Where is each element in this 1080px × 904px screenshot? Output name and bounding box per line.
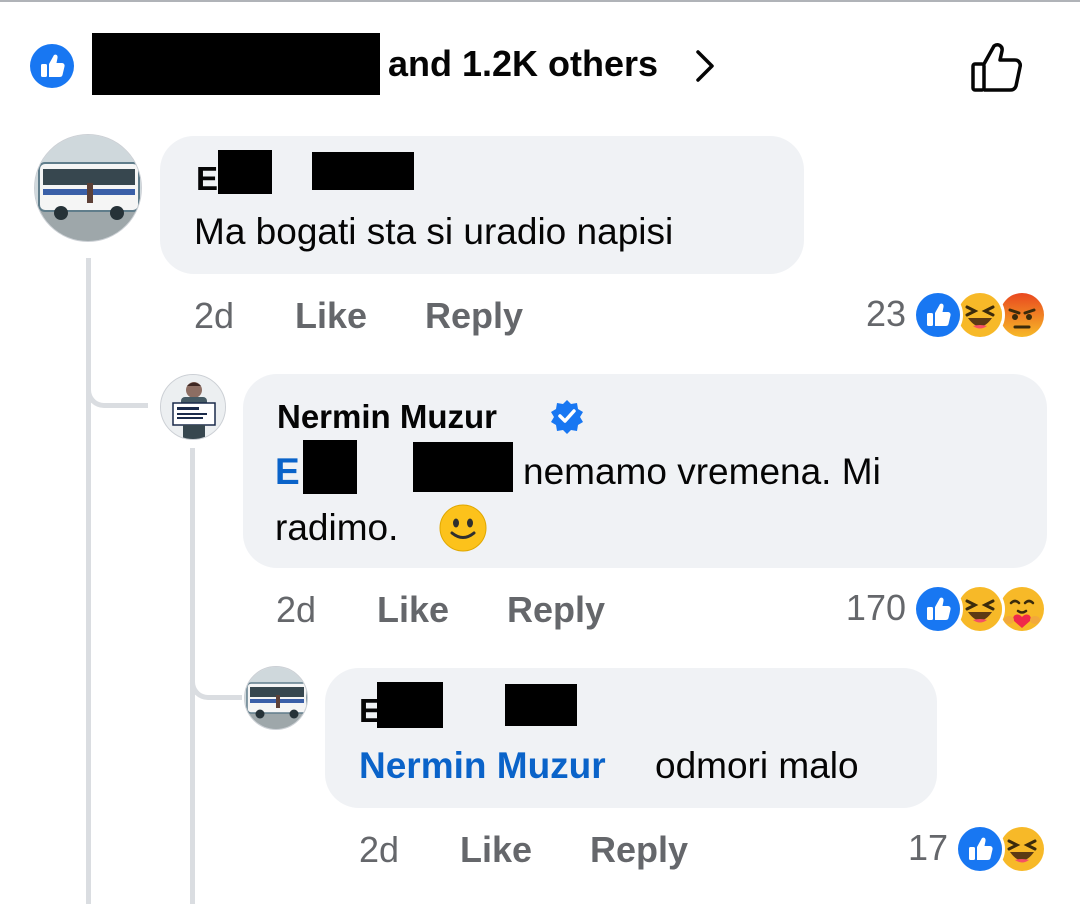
like-reaction-icon	[955, 824, 1005, 874]
reaction-count[interactable]: 23	[830, 296, 906, 332]
comment-time[interactable]: 2d	[194, 298, 234, 334]
thread-branch-level1	[86, 370, 148, 408]
redacted-author-part	[377, 682, 443, 728]
comment-bubble[interactable]: E Ad Ma bogati sta si uradio napisi	[160, 136, 804, 274]
like-button[interactable]: Like	[460, 832, 532, 868]
comment-text-line2: radimo.	[275, 507, 399, 548]
like-summary-icon	[30, 44, 74, 88]
others-count-text[interactable]: and 1.2K others	[388, 46, 658, 82]
redacted-name	[92, 33, 380, 95]
like-reaction-icon	[913, 290, 963, 340]
like-button[interactable]: Like	[295, 298, 367, 334]
redacted-author-part	[312, 152, 414, 190]
avatar[interactable]	[34, 134, 142, 242]
slightly-smiling-face-icon	[439, 504, 487, 552]
redacted-author-part	[218, 150, 272, 194]
comment-author[interactable]: Nermin Muzur	[277, 400, 497, 433]
thread-branch-level2	[190, 660, 242, 700]
reply-button[interactable]: Reply	[507, 592, 605, 628]
avatar[interactable]	[160, 374, 226, 440]
comment-time[interactable]: 2d	[276, 592, 316, 628]
redacted-author-part	[505, 684, 577, 726]
comment-bubble[interactable]: Nermin Muzur E Ad nemamo vremena. Mi rad…	[243, 374, 1047, 568]
reply-button[interactable]: Reply	[425, 298, 523, 334]
reply-button[interactable]: Reply	[590, 832, 688, 868]
reaction-summary[interactable]: and 1.2K others	[0, 30, 1080, 110]
reaction-count[interactable]: 170	[812, 590, 906, 626]
comment-text: Ma bogati sta si uradio napisi	[194, 211, 674, 252]
avatar[interactable]	[244, 666, 308, 730]
comment-text: nemamo vremena. Mi	[523, 451, 881, 492]
comment-time[interactable]: 2d	[359, 832, 399, 868]
redacted-mention-part	[413, 442, 513, 492]
thread-line-level1	[86, 258, 91, 904]
reaction-count[interactable]: 17	[870, 830, 948, 866]
thumbs-up-outline-icon[interactable]	[968, 38, 1026, 96]
like-reaction-icon	[913, 584, 963, 634]
chevron-right-icon[interactable]	[690, 48, 720, 84]
redacted-mention-part	[303, 440, 357, 494]
mention-link[interactable]: Nermin Muzur	[359, 738, 606, 794]
verified-badge-icon	[549, 398, 585, 434]
like-button[interactable]: Like	[377, 592, 449, 628]
comment-bubble[interactable]: E Ad Nermin Muzur odmori malo	[325, 668, 937, 808]
top-divider	[0, 0, 1080, 2]
comment-text: odmori malo	[655, 745, 859, 786]
